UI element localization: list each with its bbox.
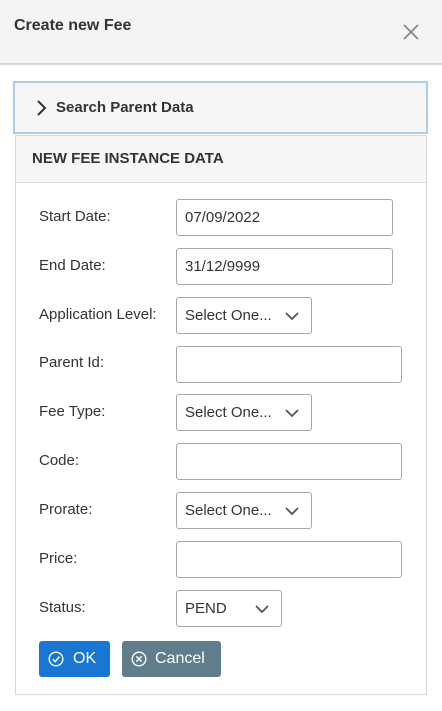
code-label: Code: — [39, 452, 80, 469]
chevron-down-icon — [255, 605, 269, 614]
application-level-select[interactable]: Select One... — [176, 297, 312, 334]
end-date-input[interactable] — [176, 248, 393, 285]
fee-type-select[interactable]: Select One... — [176, 394, 312, 431]
panel-header: NEW FEE INSTANCE DATA — [16, 136, 426, 183]
ok-button-label: OK — [73, 650, 97, 667]
start-date-input[interactable] — [176, 199, 393, 236]
fee-type-label: Fee Type: — [39, 403, 106, 420]
parent-id-input[interactable] — [176, 346, 402, 383]
code-input[interactable] — [176, 443, 402, 480]
parent-id-label: Parent Id: — [39, 354, 105, 371]
application-level-label: Application Level: — [39, 306, 157, 323]
chevron-down-icon — [285, 312, 299, 321]
close-icon[interactable] — [401, 22, 421, 42]
panel-title: NEW FEE INSTANCE DATA — [32, 150, 224, 167]
cancel-button[interactable]: Cancel — [122, 641, 221, 677]
start-date-label: Start Date: — [39, 208, 111, 225]
check-circle-icon — [48, 651, 64, 667]
chevron-right-icon — [37, 100, 47, 116]
fee-type-value: Select One... — [185, 404, 272, 421]
prorate-select[interactable]: Select One... — [176, 492, 312, 529]
price-input[interactable] — [176, 541, 402, 578]
dialog-header: Create new Fee — [0, 0, 442, 65]
search-parent-accordion[interactable]: Search Parent Data — [13, 81, 428, 134]
cancel-button-label: Cancel — [155, 650, 205, 667]
accordion-label: Search Parent Data — [56, 99, 194, 116]
prorate-value: Select One... — [185, 502, 272, 519]
prorate-label: Prorate: — [39, 501, 93, 518]
x-circle-icon — [131, 651, 147, 667]
status-value: PEND — [185, 600, 227, 617]
chevron-down-icon — [285, 409, 299, 418]
status-select[interactable]: PEND — [176, 590, 282, 627]
chevron-down-icon — [285, 507, 299, 516]
ok-button[interactable]: OK — [39, 641, 110, 677]
status-label: Status: — [39, 599, 86, 616]
application-level-value: Select One... — [185, 307, 272, 324]
dialog-title: Create new Fee — [14, 17, 132, 34]
end-date-label: End Date: — [39, 257, 106, 274]
price-label: Price: — [39, 550, 78, 567]
